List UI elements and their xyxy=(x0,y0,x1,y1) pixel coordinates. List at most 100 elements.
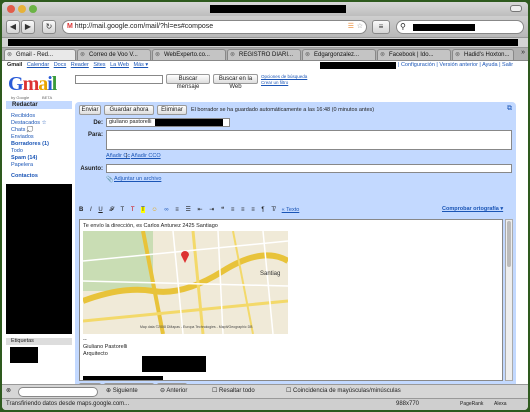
tab-overflow-icon[interactable]: » xyxy=(521,49,525,56)
signature-title: Arquitecto xyxy=(83,351,108,357)
nav-reader[interactable]: Reader xyxy=(71,62,89,68)
sidebar-item-chats[interactable]: Chats 💭 xyxy=(6,127,72,134)
highlight-icon[interactable]: T xyxy=(141,207,145,213)
indent-less-icon[interactable]: ⇤ xyxy=(198,206,203,213)
link-icon[interactable]: ∞ xyxy=(164,207,168,213)
to-input[interactable] xyxy=(106,130,512,150)
nav-more[interactable]: Más ▾ xyxy=(133,62,148,68)
tab-webexperto[interactable]: ⊗ WebExperto.co... xyxy=(152,49,226,60)
map-credit: Map data ©2008 DMapas - Europa Technolog… xyxy=(140,325,253,329)
toolbar-button[interactable]: ≡ xyxy=(372,20,390,34)
sidebar-item-sent[interactable]: Enviados xyxy=(6,134,72,141)
body-scrollbar[interactable] xyxy=(505,219,513,381)
close-tab-icon[interactable]: ⊗ xyxy=(7,50,12,60)
attach-file-link[interactable]: Adjuntar un archivo xyxy=(114,176,161,182)
redacted-bookmarks xyxy=(8,39,518,46)
back-button[interactable]: ◀ xyxy=(6,20,20,34)
sidebar-item-trash[interactable]: Papelera xyxy=(6,162,72,169)
bullet-list-icon[interactable]: ☰ xyxy=(185,206,190,213)
close-find-icon[interactable]: ⊗ xyxy=(6,387,11,397)
close-tab-icon[interactable]: ⊗ xyxy=(380,50,385,60)
nav-docs[interactable]: Docs xyxy=(54,62,67,68)
gmail-logo[interactable]: Gmail xyxy=(8,73,57,96)
numbered-list-icon[interactable]: ≡ xyxy=(175,207,179,213)
find-next-button[interactable]: ⊕ Siguiente xyxy=(106,387,138,397)
nav-calendar[interactable]: Calendar xyxy=(27,62,49,68)
mail-search-input[interactable] xyxy=(75,75,163,84)
send-button[interactable]: Enviar xyxy=(79,105,101,115)
search-engine-icon[interactable]: ⚲ xyxy=(400,22,406,31)
close-tab-icon[interactable]: ⊗ xyxy=(455,50,460,60)
sidebar-item-all[interactable]: Todo xyxy=(6,148,72,155)
tab-gmail[interactable]: ⊗ Gmail - Red... xyxy=(4,49,76,60)
account-links[interactable]: | Configuración | Versión anterior | Ayu… xyxy=(398,61,513,70)
message-body-editor[interactable]: Te envío la dirección, es Carlos Antunez… xyxy=(79,219,503,381)
smiley-icon[interactable]: ☺ xyxy=(152,207,158,213)
clear-format-icon[interactable]: T̸ xyxy=(271,207,275,213)
close-window-button[interactable] xyxy=(7,5,15,13)
tab-label: Facebook | Ido... xyxy=(389,52,434,58)
search-box[interactable]: ⚲ xyxy=(396,20,524,34)
create-filter-link[interactable]: Crear un filtro xyxy=(261,80,288,85)
sidebar-item-spam[interactable]: Spam (14) xyxy=(6,155,72,162)
sidebar-item-inbox[interactable]: Recibidos xyxy=(6,113,72,120)
close-tab-icon[interactable]: ⊗ xyxy=(305,50,310,60)
align-right-icon[interactable]: ≡ xyxy=(251,207,255,213)
zoom-window-button[interactable] xyxy=(29,5,37,13)
tab-edgargonzalez[interactable]: ⊗ Edgargonzalez... xyxy=(302,49,376,60)
compose-link[interactable]: Redactar xyxy=(6,101,72,109)
alexa-badge[interactable]: Alexa xyxy=(494,399,507,410)
toolbar-toggle-button[interactable] xyxy=(510,5,522,12)
delete-button[interactable]: Eliminar xyxy=(157,105,187,115)
pagerank-badge[interactable]: PageRank xyxy=(460,399,483,410)
add-bcc-link[interactable]: Añadir CCO xyxy=(131,153,161,159)
search-web-button[interactable]: Buscar en la Web xyxy=(213,74,258,90)
tab-correo[interactable]: ⊗ Correo de Voo V... xyxy=(77,49,151,60)
bold-icon[interactable]: B xyxy=(79,207,83,213)
subject-input[interactable] xyxy=(106,164,512,173)
minimize-window-button[interactable] xyxy=(18,5,26,13)
underline-icon[interactable]: U xyxy=(98,207,102,213)
tab-facebook[interactable]: ⊗ Facebook | Ido... xyxy=(377,49,451,60)
close-tab-icon[interactable]: ⊗ xyxy=(80,50,85,60)
match-case-checkbox[interactable]: ☐ Coincidencia de mayúsculas/minúsculas xyxy=(286,387,401,397)
save-now-button[interactable]: Guardar ahora xyxy=(104,105,154,115)
address-bar[interactable]: M http://mail.google.com/mail/?hl=es#com… xyxy=(62,20,367,34)
indent-more-icon[interactable]: ⇥ xyxy=(209,206,214,213)
font-icon[interactable]: 𝓕 xyxy=(109,207,113,214)
find-input[interactable] xyxy=(18,387,98,397)
italic-icon[interactable]: I xyxy=(90,207,92,213)
sidebar-item-starred[interactable]: Destacados ☆ xyxy=(6,120,72,127)
forward-button[interactable]: ▶ xyxy=(21,20,35,34)
browser-window: ◀ ▶ ↻ M http://mail.google.com/mail/?hl=… xyxy=(2,2,528,410)
nav-web[interactable]: La Web xyxy=(110,62,129,68)
tab-label: REGISTRO DIARI... xyxy=(239,52,294,58)
quote-icon[interactable]: ❝ xyxy=(221,206,224,213)
new-window-icon[interactable]: ⧉ xyxy=(507,105,512,113)
rtl-icon[interactable]: ¶ xyxy=(261,207,264,213)
rss-icon[interactable]: ☰ xyxy=(348,21,354,33)
nav-sites[interactable]: Sites xyxy=(93,62,105,68)
font-size-icon[interactable]: T xyxy=(120,207,124,213)
sidebar-item-contacts[interactable]: Contactos xyxy=(6,173,72,180)
spellcheck-link[interactable]: Comprobar ortografía ▾ xyxy=(442,206,503,212)
labels-header[interactable]: Etiquetas xyxy=(6,338,72,345)
text-color-icon[interactable]: T xyxy=(131,207,135,213)
sidebar-item-drafts[interactable]: Borradores (1) xyxy=(6,141,72,148)
plain-text-link[interactable]: « Texto xyxy=(282,207,300,213)
from-select[interactable]: giuliano pastorelli xyxy=(106,118,230,127)
search-mail-button[interactable]: Buscar mensaje xyxy=(166,74,210,90)
align-center-icon[interactable]: ≡ xyxy=(241,207,245,213)
align-left-icon[interactable]: ≡ xyxy=(231,207,235,213)
reload-button[interactable]: ↻ xyxy=(42,20,56,34)
logo-by-google: by Google xyxy=(11,95,30,100)
close-tab-icon[interactable]: ⊗ xyxy=(230,50,235,60)
find-prev-button[interactable]: ⊖ Anterior xyxy=(160,387,187,397)
close-tab-icon[interactable]: ⊗ xyxy=(155,50,160,60)
tab-hadid[interactable]: ⊗ Hadid's Hoxton... xyxy=(452,49,514,60)
highlight-all-checkbox[interactable]: ☐ Resaltar todo xyxy=(212,387,255,397)
tab-registro[interactable]: ⊗ REGISTRO DIARI... xyxy=(227,49,301,60)
search-options-link[interactable]: Opciones de búsqueda xyxy=(261,74,307,79)
scrollbar-thumb[interactable] xyxy=(507,221,511,267)
bookmark-star-icon[interactable]: ☆ xyxy=(357,21,363,33)
